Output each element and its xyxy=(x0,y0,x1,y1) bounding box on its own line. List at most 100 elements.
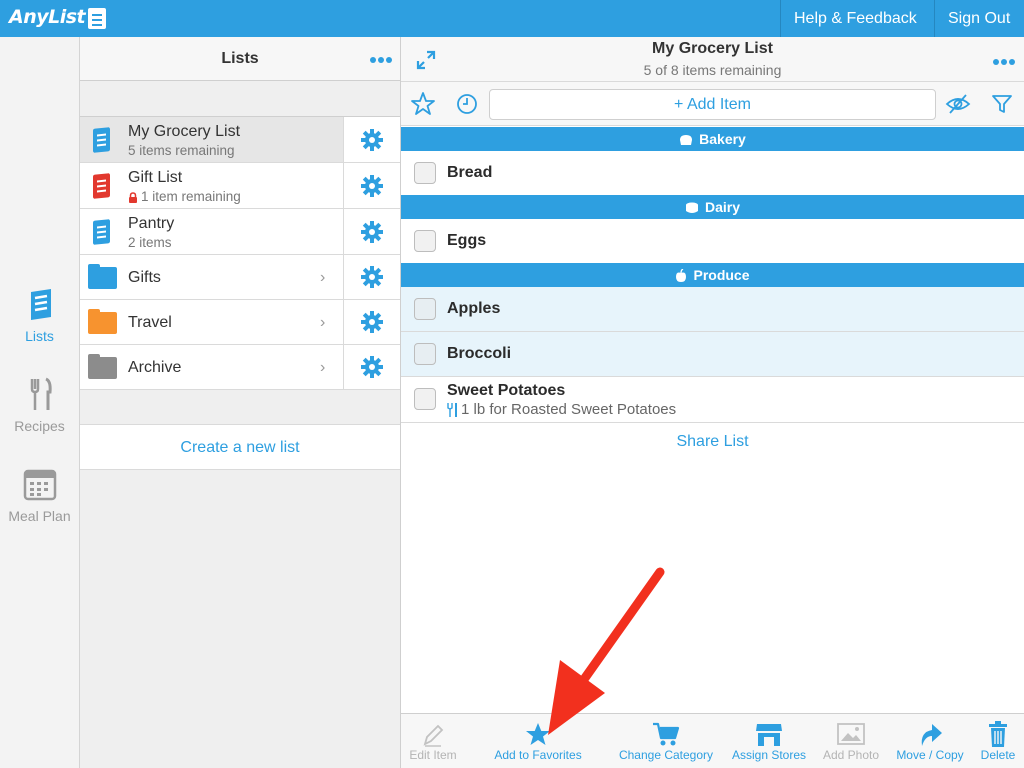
lists-more-icon[interactable] xyxy=(370,57,394,65)
produce-icon xyxy=(676,269,687,283)
hide-checked-icon[interactable] xyxy=(945,93,971,115)
nav-label: Meal Plan xyxy=(8,508,71,524)
meal-plan-icon xyxy=(23,469,56,501)
folder-settings-button[interactable] xyxy=(343,345,400,389)
annotation-arrow-icon xyxy=(548,567,665,735)
chevron-right-icon: › xyxy=(320,269,326,286)
lists-icon xyxy=(30,289,51,320)
item-note: 1 lb for Roasted Sweet Potatoes xyxy=(461,401,677,418)
folder-name: Archive xyxy=(128,359,182,376)
item-checkbox[interactable] xyxy=(414,162,436,184)
category-header-bakery: Bakery xyxy=(401,127,1024,151)
app-logo: AnyList xyxy=(9,6,86,28)
logo-list-icon xyxy=(88,8,106,29)
nav-label: Recipes xyxy=(14,418,65,434)
item-row-eggs[interactable]: Eggs xyxy=(401,219,1024,264)
share-list-button[interactable]: Share List xyxy=(401,433,1024,451)
item-name: Broccoli xyxy=(447,345,512,362)
item-name: Eggs xyxy=(447,232,487,249)
store-icon xyxy=(756,724,782,746)
category-header-dairy: Dairy xyxy=(401,195,1024,219)
list-icon xyxy=(93,173,110,199)
list-name: Gift List xyxy=(128,169,183,186)
sign-out-button[interactable]: Sign Out xyxy=(934,0,1024,37)
gear-icon xyxy=(361,266,383,288)
toolbar-label: Delete xyxy=(980,748,1016,762)
assign-stores-button[interactable]: Assign Stores xyxy=(728,720,810,762)
nav-item-meal-plan[interactable]: Meal Plan xyxy=(0,467,79,524)
nav-item-recipes[interactable]: Recipes xyxy=(0,377,79,434)
list-row-pantry[interactable]: Pantry 2 items xyxy=(80,209,400,255)
item-checkbox[interactable] xyxy=(414,230,436,252)
lists-panel: Lists My Grocery List 5 items remaining … xyxy=(80,37,401,768)
list-name: Pantry xyxy=(128,215,175,232)
item-row-broccoli[interactable]: Broccoli xyxy=(401,332,1024,377)
trash-icon xyxy=(989,721,1007,747)
lists-panel-title: Lists xyxy=(221,50,259,67)
lock-icon xyxy=(129,192,137,203)
gear-icon xyxy=(361,311,383,333)
item-name: Apples xyxy=(447,300,501,317)
list-icon xyxy=(93,127,110,153)
lists-panel-header: Lists xyxy=(80,37,400,81)
list-name: My Grocery List xyxy=(128,123,241,140)
nav-item-lists[interactable]: Lists xyxy=(0,287,79,344)
list-detail: My Grocery List 5 of 8 items remaining +… xyxy=(401,37,1024,768)
list-toolbar: + Add Item xyxy=(401,82,1024,126)
top-bar: AnyList Help & Feedback Sign Out xyxy=(0,0,1024,37)
pencil-icon xyxy=(423,724,444,747)
nav-label: Lists xyxy=(25,328,54,344)
folder-icon xyxy=(88,309,117,334)
list-settings-button[interactable] xyxy=(343,117,400,162)
photo-icon xyxy=(837,723,865,745)
list-title: My Grocery List xyxy=(652,40,773,57)
list-subtitle: 5 of 8 items remaining xyxy=(643,62,782,78)
gear-icon xyxy=(361,221,383,243)
item-checkbox[interactable] xyxy=(414,298,436,320)
toolbar-label: Move / Copy xyxy=(896,748,964,762)
toolbar-label: Edit Item xyxy=(409,748,457,762)
folder-settings-button[interactable] xyxy=(343,255,400,299)
folder-row-gifts[interactable]: Gifts › xyxy=(80,255,400,300)
folder-icon xyxy=(88,354,117,379)
recipes-icon xyxy=(30,377,52,410)
folder-settings-button[interactable] xyxy=(343,300,400,344)
item-checkbox[interactable] xyxy=(414,343,436,365)
gear-icon xyxy=(361,356,383,378)
move-copy-button[interactable]: Move / Copy xyxy=(893,720,967,762)
gear-icon xyxy=(361,175,383,197)
item-row-bread[interactable]: Bread xyxy=(401,151,1024,196)
category-name: Bakery xyxy=(699,131,746,147)
star-icon[interactable] xyxy=(410,91,436,117)
item-actions-toolbar: Edit Item Add to Favorites Change Catego… xyxy=(401,713,1024,768)
list-icon xyxy=(93,219,110,245)
item-row-sweet-potatoes[interactable]: Sweet Potatoes 1 lb for Roasted Sweet Po… xyxy=(401,377,1024,423)
list-settings-button[interactable] xyxy=(343,163,400,208)
list-subtitle: 2 items xyxy=(128,235,172,250)
list-row-my-grocery-list[interactable]: My Grocery List 5 items remaining xyxy=(80,117,400,163)
dairy-icon xyxy=(685,202,698,214)
item-checkbox[interactable] xyxy=(414,388,436,410)
add-item-input[interactable]: + Add Item xyxy=(489,89,936,120)
list-row-gift-list[interactable]: Gift List 1 item remaining xyxy=(80,163,400,209)
filter-icon[interactable] xyxy=(991,93,1013,115)
delete-button[interactable]: Delete xyxy=(978,720,1018,762)
list-settings-button[interactable] xyxy=(343,209,400,254)
folder-icon xyxy=(88,264,117,289)
create-new-list-button[interactable]: Create a new list xyxy=(80,424,400,470)
clock-icon[interactable] xyxy=(456,93,478,115)
item-row-apples[interactable]: Apples xyxy=(401,287,1024,332)
folder-name: Travel xyxy=(128,314,172,331)
edit-item-button[interactable]: Edit Item xyxy=(407,720,459,762)
list-more-icon[interactable] xyxy=(993,59,1017,67)
category-name: Produce xyxy=(693,267,750,283)
toolbar-label: Add to Favorites xyxy=(494,748,582,762)
toolbar-label: Add Photo xyxy=(822,748,880,762)
gear-icon xyxy=(361,129,383,151)
folder-row-archive[interactable]: Archive › xyxy=(80,345,400,390)
folder-row-travel[interactable]: Travel › xyxy=(80,300,400,345)
add-photo-button[interactable]: Add Photo xyxy=(819,720,883,762)
category-header-produce: Produce xyxy=(401,263,1024,287)
chevron-right-icon: › xyxy=(320,314,326,331)
help-feedback-button[interactable]: Help & Feedback xyxy=(780,0,935,37)
